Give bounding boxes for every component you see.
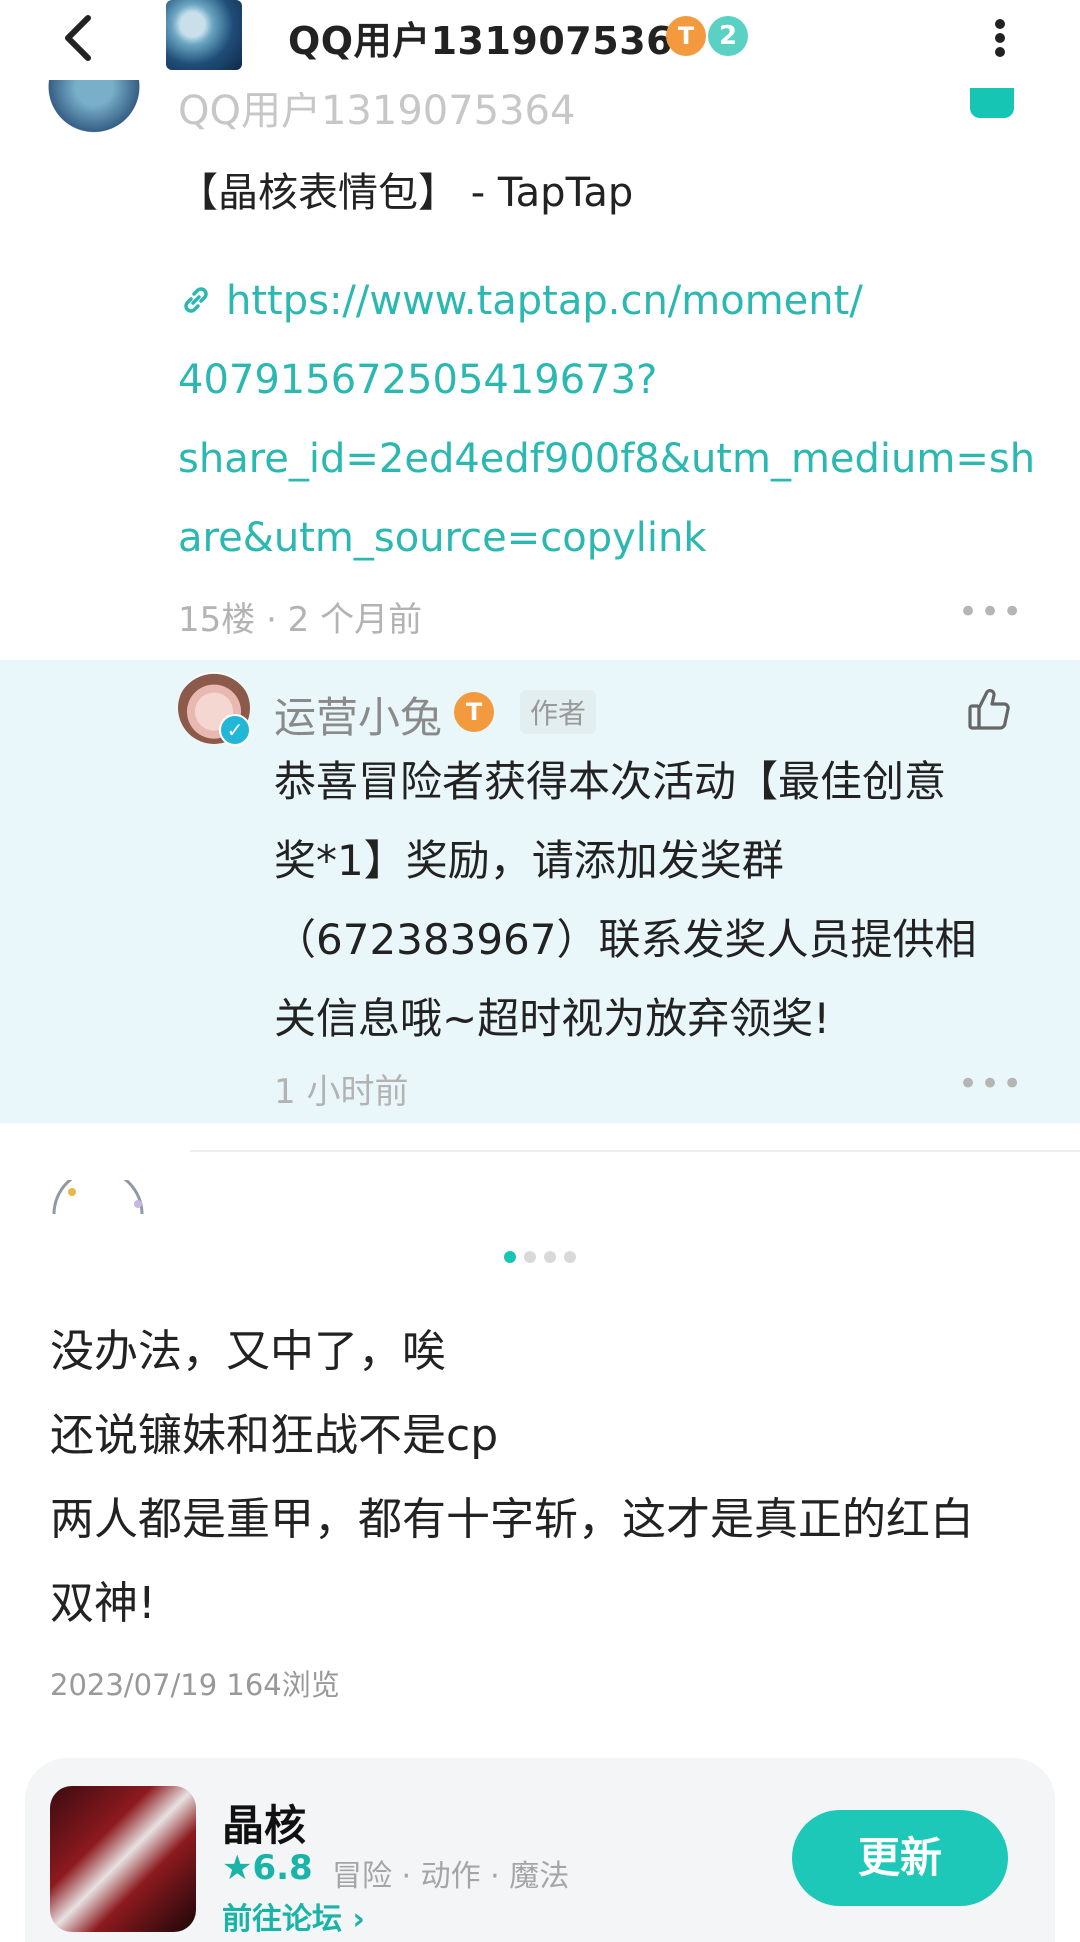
- forum-link[interactable]: 前往论坛 ›: [222, 1894, 365, 1938]
- post-line: 双神!: [50, 1578, 156, 1629]
- reply-line: 奖*1】奖励，请添加发奖群: [274, 836, 784, 885]
- thumbs-up-icon: [968, 689, 1010, 730]
- tap-badge-icon: T: [666, 16, 706, 56]
- reply-line: 恭喜冒险者获得本次活动【最佳创意: [274, 757, 947, 806]
- comment-title: 【晶核表情包】 - TapTap: [178, 170, 634, 216]
- update-button[interactable]: 更新: [792, 1810, 1008, 1906]
- author-tag: 作者: [520, 690, 597, 734]
- game-icon[interactable]: [50, 1786, 196, 1932]
- comment-more-icon[interactable]: •••: [958, 592, 1024, 632]
- post-line: 还说镰妹和狂战不是cp: [50, 1410, 499, 1461]
- pager-dot[interactable]: [564, 1251, 576, 1263]
- pager-dot[interactable]: [544, 1251, 556, 1263]
- comment-meta: 15楼 · 2 个月前: [178, 600, 423, 640]
- avatar-frame-icon: [52, 1180, 144, 1214]
- post-line: 两人都是重甲，都有十字斩，这才是真正的红白: [50, 1494, 974, 1545]
- link-line: 407915672505419673?: [178, 357, 658, 403]
- link-line: are&utm_source=copylink: [178, 515, 707, 561]
- game-tags: 冒险 · 动作 · 魔法: [332, 1859, 570, 1894]
- reply-meta: 1 小时前: [274, 1072, 409, 1112]
- reply-author-name[interactable]: 运营小兔: [274, 684, 442, 745]
- reply-text: 恭喜冒险者获得本次活动【最佳创意 奖*1】奖励，请添加发奖群 （67238396…: [274, 742, 1014, 1058]
- post-line: 没办法，又中了，唉: [50, 1326, 446, 1377]
- top-bar: QQ用户1319075364 T 2: [0, 0, 1080, 80]
- link-icon: [184, 287, 208, 313]
- post-views: 164浏览: [226, 1668, 340, 1702]
- game-rating: ★6.8: [222, 1848, 313, 1888]
- post-meta: 2023/07/19 164浏览: [50, 1662, 340, 1704]
- like-button[interactable]: [966, 686, 1012, 732]
- pager-dot[interactable]: [524, 1251, 536, 1263]
- reply-more-icon[interactable]: •••: [958, 1064, 1024, 1104]
- tap-badge-icon: T: [454, 692, 494, 732]
- post-date: 2023/07/19: [50, 1668, 218, 1702]
- post-body: 没办法，又中了，唉 还说镰妹和狂战不是cp 两人都是重甲，都有十字斩，这才是真正…: [50, 1310, 1030, 1646]
- pager-dot[interactable]: [504, 1251, 516, 1263]
- header-user-name[interactable]: QQ用户1319075364: [288, 10, 700, 65]
- verified-icon: ✓: [219, 714, 251, 746]
- link-line: share_id=2ed4edf900f8&utm_medium=sh: [178, 436, 1036, 482]
- next-commenter-avatar[interactable]: [50, 1180, 146, 1214]
- commenter-name: QQ用户1319075364: [178, 88, 576, 134]
- comment-link[interactable]: https://www.taptap.cn/moment/ 4079156725…: [178, 262, 1036, 578]
- divider: [190, 1150, 1080, 1152]
- more-vertical-icon: [995, 19, 1005, 57]
- reply-line: 关信息哦~超时视为放弃领奖!: [274, 994, 831, 1043]
- reply-line: （672383967）联系发奖人员提供相: [274, 915, 977, 964]
- commenter-avatar[interactable]: [48, 80, 140, 146]
- level-badge-icon: 2: [708, 16, 748, 56]
- back-arrow-icon: [65, 15, 91, 61]
- more-options-button[interactable]: [985, 12, 1015, 62]
- link-line: https://www.taptap.cn/moment/: [226, 278, 863, 324]
- like-icon[interactable]: [970, 88, 1014, 118]
- image-pager: [500, 1248, 580, 1264]
- game-name[interactable]: 晶核: [222, 1792, 306, 1853]
- user-avatar[interactable]: [166, 0, 242, 70]
- back-button[interactable]: [50, 8, 110, 68]
